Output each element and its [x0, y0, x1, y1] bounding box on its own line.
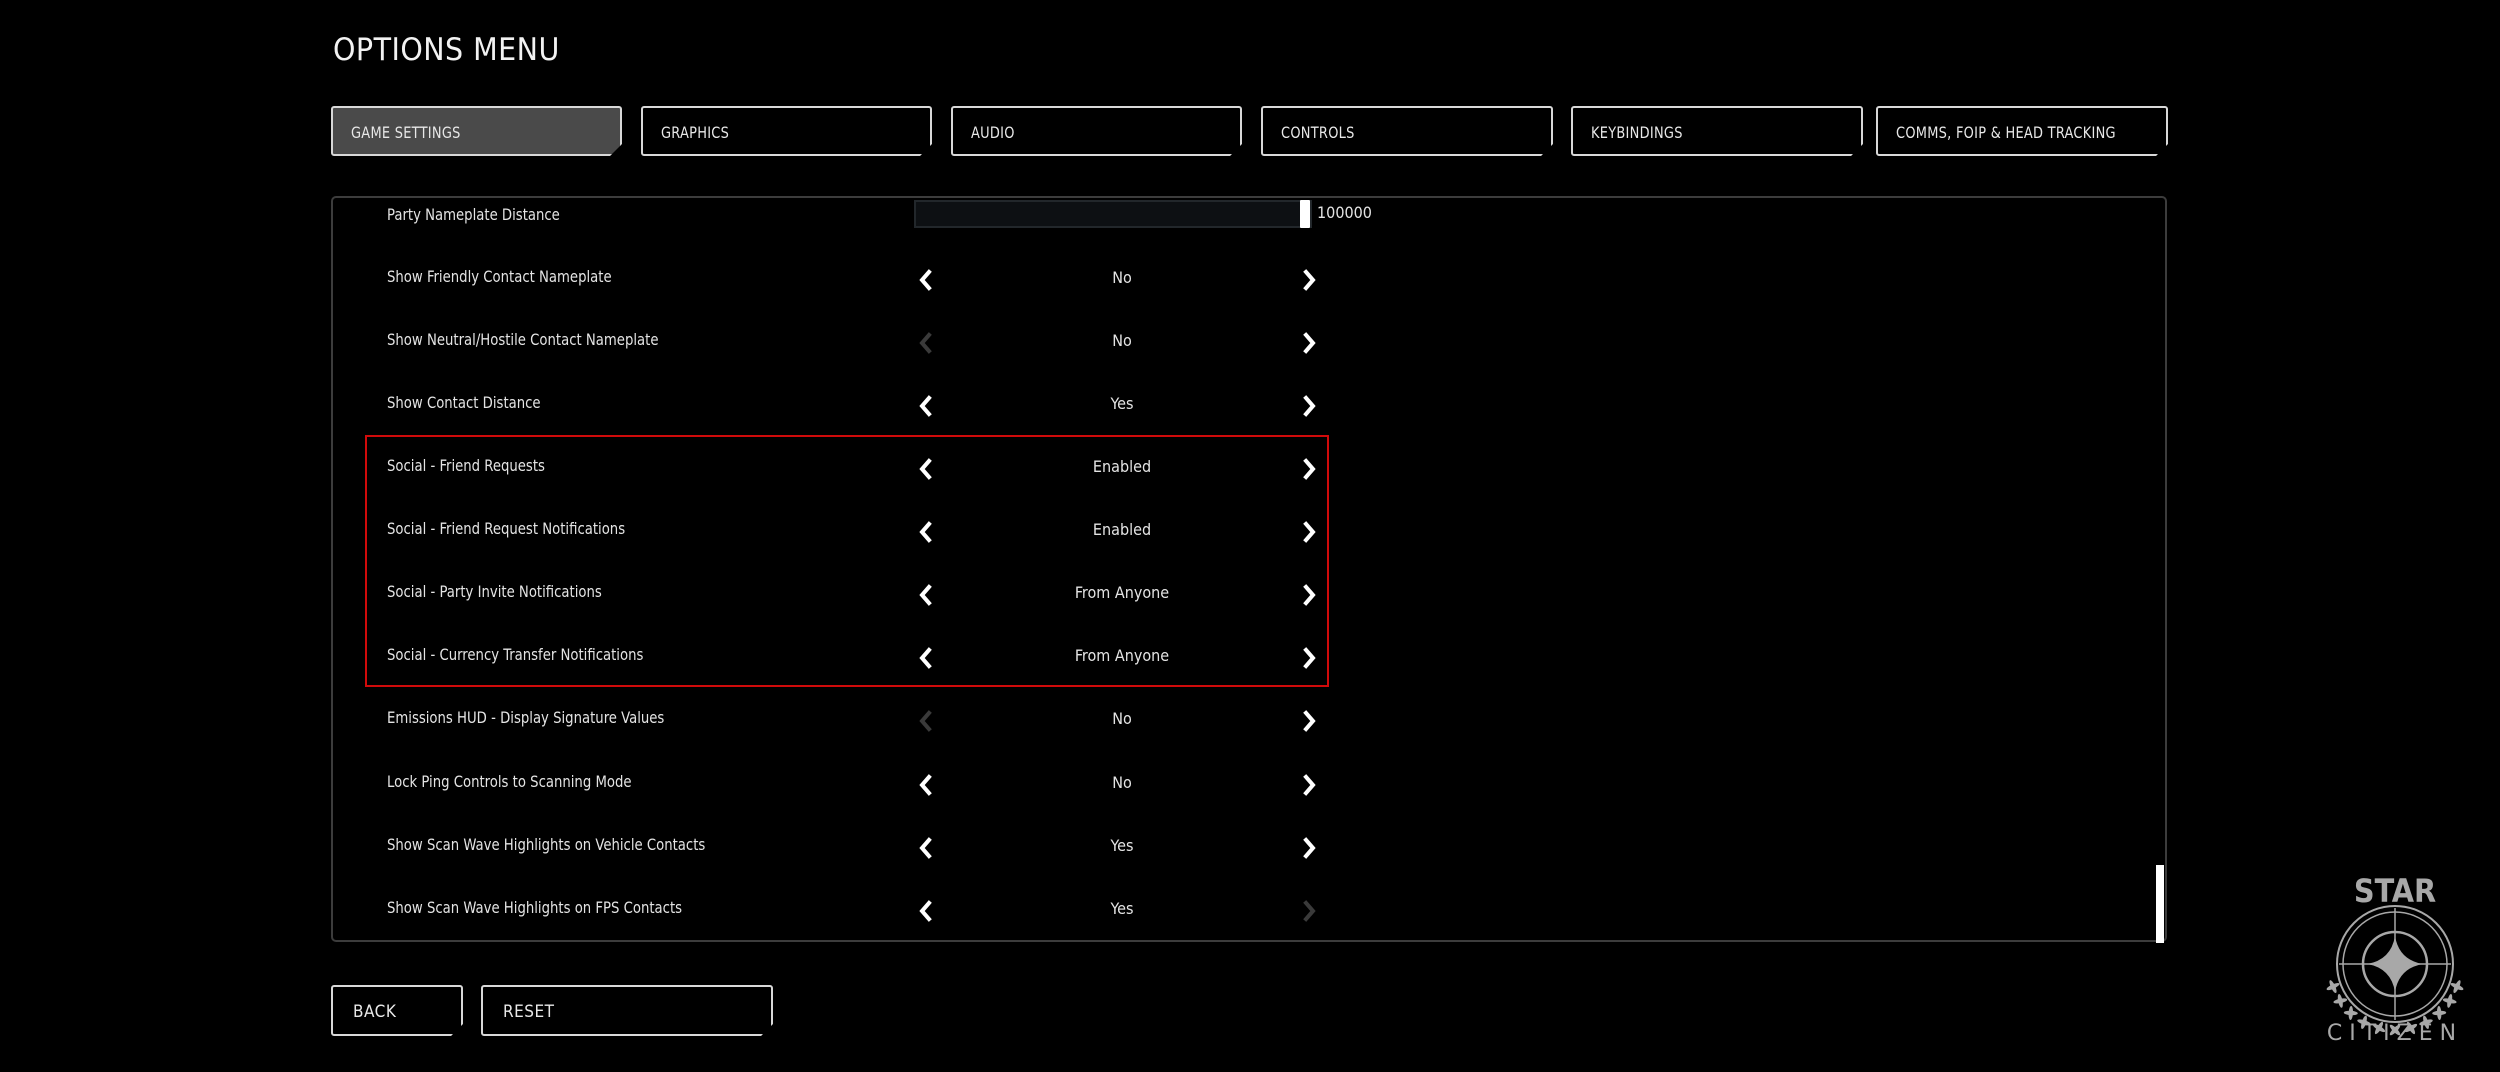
setting-value: No: [1112, 773, 1132, 792]
chevron-left-icon[interactable]: [914, 394, 938, 418]
setting-value: Enabled: [1092, 520, 1152, 539]
setting-row: Social - Friend Request Notifications Ena…: [387, 512, 1387, 552]
setting-label: Show Contact Distance: [387, 393, 541, 412]
setting-label: Social - Friend Requests: [387, 456, 545, 475]
tab-comms-foip-head-tracking[interactable]: COMMS, FOIP & HEAD TRACKING: [1876, 106, 2168, 156]
chevron-left-icon[interactable]: [914, 268, 938, 292]
setting-row: Show Friendly Contact Nameplate No: [387, 260, 1387, 300]
chevron-right-icon[interactable]: [1297, 646, 1321, 670]
setting-row: Emissions HUD - Display Signature Values…: [387, 701, 1387, 741]
setting-value: Yes: [1110, 836, 1134, 855]
chevron-right-icon: [1297, 899, 1321, 923]
setting-row: Show Contact Distance Yes: [387, 386, 1387, 426]
chevron-right-icon[interactable]: [1297, 520, 1321, 544]
slider-value: 100000: [1317, 203, 1372, 222]
setting-value: No: [1112, 709, 1132, 728]
chevron-left-icon[interactable]: [914, 520, 938, 544]
tab-graphics[interactable]: GRAPHICS: [641, 106, 932, 156]
setting-label: Lock Ping Controls to Scanning Mode: [387, 772, 632, 791]
chevron-left-icon[interactable]: [914, 583, 938, 607]
page-title: OPTIONS MENU: [333, 32, 560, 68]
logo-emblem-icon: STAR CITIZEN: [2326, 872, 2464, 1046]
back-button[interactable]: BACK: [331, 985, 463, 1036]
setting-value: From Anyone: [1074, 646, 1170, 665]
chevron-right-icon[interactable]: [1297, 836, 1321, 860]
setting-label: Show Friendly Contact Nameplate: [387, 267, 612, 286]
setting-row: Show Scan Wave Highlights on FPS Contact…: [387, 891, 1387, 931]
setting-label: Emissions HUD - Display Signature Values: [387, 708, 665, 727]
setting-label: Party Nameplate Distance: [387, 205, 560, 224]
setting-label: Show Scan Wave Highlights on FPS Contact…: [387, 898, 683, 917]
tab-audio[interactable]: AUDIO: [951, 106, 1242, 156]
logo-bottom-text: CITIZEN: [2327, 1021, 2463, 1046]
setting-value: No: [1112, 331, 1132, 350]
scrollbar-thumb[interactable]: [2156, 865, 2164, 943]
tab-label: GAME SETTINGS: [351, 123, 461, 142]
setting-value: No: [1112, 268, 1132, 287]
setting-value: Yes: [1110, 899, 1134, 918]
back-label: BACK: [353, 1002, 397, 1022]
laurel-leaf: [2432, 1010, 2447, 1016]
chevron-right-icon[interactable]: [1297, 457, 1321, 481]
chevron-right-icon[interactable]: [1297, 394, 1321, 418]
distance-slider[interactable]: [914, 200, 1312, 228]
tab-label: COMMS, FOIP & HEAD TRACKING: [1896, 123, 2116, 142]
setting-row: Show Neutral/Hostile Contact Nameplate No: [387, 323, 1387, 363]
reset-button[interactable]: RESET: [481, 985, 773, 1036]
setting-row: Social - Friend Requests Enabled: [387, 449, 1387, 489]
tab-label: GRAPHICS: [661, 123, 730, 142]
setting-row: Social - Currency Transfer Notifications…: [387, 638, 1387, 678]
tab-game-settings[interactable]: GAME SETTINGS: [331, 106, 622, 156]
chevron-right-icon[interactable]: [1297, 331, 1321, 355]
setting-row: Lock Ping Controls to Scanning Mode No: [387, 765, 1387, 805]
tab-controls[interactable]: CONTROLS: [1261, 106, 1553, 156]
setting-label: Social - Party Invite Notifications: [387, 582, 602, 601]
setting-label: Show Scan Wave Highlights on Vehicle Con…: [387, 835, 706, 854]
setting-row-party-nameplate-distance: Party Nameplate Distance 100000: [387, 198, 1387, 238]
chevron-left-icon: [914, 331, 938, 355]
setting-value: Yes: [1110, 394, 1134, 413]
chevron-right-icon[interactable]: [1297, 583, 1321, 607]
setting-row: Social - Party Invite Notifications From …: [387, 575, 1387, 615]
chevron-right-icon[interactable]: [1297, 709, 1321, 733]
slider-handle[interactable]: [1300, 200, 1310, 228]
setting-label: Social - Friend Request Notifications: [387, 519, 626, 538]
reset-label: RESET: [503, 1002, 555, 1022]
chevron-left-icon[interactable]: [914, 646, 938, 670]
chevron-left-icon[interactable]: [914, 836, 938, 860]
chevron-left-icon[interactable]: [914, 773, 938, 797]
chevron-left-icon[interactable]: [914, 457, 938, 481]
tab-label: CONTROLS: [1281, 123, 1355, 142]
setting-label: Show Neutral/Hostile Contact Nameplate: [387, 330, 659, 349]
chevron-left-icon[interactable]: [914, 899, 938, 923]
tab-keybindings[interactable]: KEYBINDINGS: [1571, 106, 1863, 156]
setting-row: Show Scan Wave Highlights on Vehicle Con…: [387, 828, 1387, 868]
tab-label: AUDIO: [971, 123, 1015, 142]
tab-label: KEYBINDINGS: [1591, 123, 1683, 142]
logo-top-text: STAR: [2354, 872, 2436, 910]
setting-value: From Anyone: [1074, 583, 1170, 602]
laurel-leaf: [2348, 1006, 2354, 1020]
star-citizen-logo: STAR CITIZEN: [2320, 868, 2470, 1046]
setting-value: Enabled: [1092, 457, 1152, 476]
chevron-right-icon[interactable]: [1297, 773, 1321, 797]
chevron-left-icon: [914, 709, 938, 733]
setting-label: Social - Currency Transfer Notifications: [387, 645, 644, 664]
chevron-right-icon[interactable]: [1297, 268, 1321, 292]
